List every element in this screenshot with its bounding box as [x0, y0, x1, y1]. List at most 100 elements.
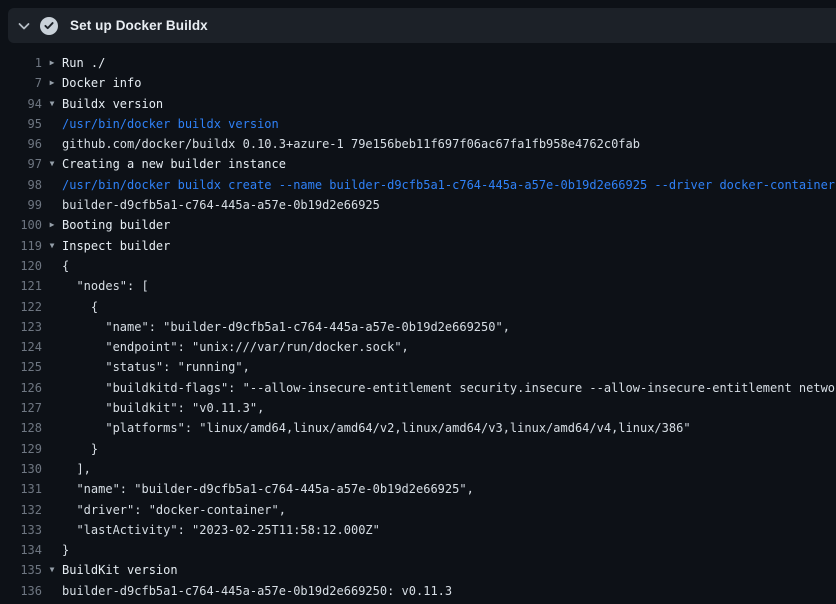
group-toggle-icon — [42, 398, 62, 418]
log-text: "endpoint": "unix:///var/run/docker.sock… — [62, 337, 836, 357]
line-number-link[interactable]: 131 — [0, 479, 42, 499]
line-number-link[interactable]: 134 — [0, 540, 42, 560]
log-text: ], — [62, 459, 836, 479]
group-toggle-icon — [42, 317, 62, 337]
log-line: 98 /usr/bin/docker buildx create --name … — [0, 175, 836, 195]
log-line: 121 "nodes": [ — [0, 276, 836, 296]
log-line: 126 "buildkitd-flags": "--allow-insecure… — [0, 378, 836, 398]
log-line: 131 "name": "builder-d9cfb5a1-c764-445a-… — [0, 479, 836, 499]
line-number-link[interactable]: 128 — [0, 418, 42, 438]
group-toggle-icon[interactable]: ▼ — [42, 560, 62, 580]
line-number-link[interactable]: 126 — [0, 378, 42, 398]
log-line: 136 builder-d9cfb5a1-c764-445a-a57e-0b19… — [0, 581, 836, 601]
group-toggle-icon — [42, 500, 62, 520]
log-line: 122 { — [0, 297, 836, 317]
log-text: "nodes": [ — [62, 276, 836, 296]
line-number-link[interactable]: 96 — [0, 134, 42, 154]
log-line: 96 github.com/docker/buildx 0.10.3+azure… — [0, 134, 836, 154]
log-line[interactable]: 135 ▼ BuildKit version — [0, 560, 836, 580]
log-line[interactable]: 7 ▶ Docker info — [0, 73, 836, 93]
line-number-link[interactable]: 127 — [0, 398, 42, 418]
log-line: 123 "name": "builder-d9cfb5a1-c764-445a-… — [0, 317, 836, 337]
log-line: 95 /usr/bin/docker buildx version — [0, 114, 836, 134]
log-line[interactable]: 119 ▼ Inspect builder — [0, 236, 836, 256]
log-line: 133 "lastActivity": "2023-02-25T11:58:12… — [0, 520, 836, 540]
log-line: 124 "endpoint": "unix:///var/run/docker.… — [0, 337, 836, 357]
log-line: 130 ], — [0, 459, 836, 479]
group-toggle-icon[interactable]: ▼ — [42, 94, 62, 114]
line-number-link[interactable]: 124 — [0, 337, 42, 357]
line-number-link[interactable]: 100 — [0, 215, 42, 235]
line-number-link[interactable]: 98 — [0, 175, 42, 195]
log-text: BuildKit version — [62, 560, 836, 580]
line-number-link[interactable]: 136 — [0, 581, 42, 601]
group-toggle-icon — [42, 175, 62, 195]
group-toggle-icon — [42, 134, 62, 154]
log-text: "lastActivity": "2023-02-25T11:58:12.000… — [62, 520, 836, 540]
line-number-link[interactable]: 1 — [0, 53, 42, 73]
log-text: /usr/bin/docker buildx version — [62, 114, 836, 134]
line-number-link[interactable]: 125 — [0, 357, 42, 377]
log-line: 127 "buildkit": "v0.11.3", — [0, 398, 836, 418]
log-text: Booting builder — [62, 215, 836, 235]
group-toggle-icon — [42, 337, 62, 357]
group-toggle-icon[interactable]: ▶ — [42, 215, 62, 235]
log-text: { — [62, 256, 836, 276]
group-toggle-icon[interactable]: ▼ — [42, 236, 62, 256]
line-number-link[interactable]: 133 — [0, 520, 42, 540]
group-toggle-icon[interactable]: ▶ — [42, 73, 62, 93]
group-toggle-icon[interactable]: ▶ — [42, 53, 62, 73]
log-text: "driver": "docker-container", — [62, 500, 836, 520]
group-toggle-icon — [42, 256, 62, 276]
line-number-link[interactable]: 119 — [0, 236, 42, 256]
log-view: 1 ▶ Run ./ 7 ▶ Docker info 94 ▼ Buildx v… — [0, 43, 836, 604]
log-text: Run ./ — [62, 53, 836, 73]
line-number-link[interactable]: 123 — [0, 317, 42, 337]
line-number-link[interactable]: 97 — [0, 154, 42, 174]
log-text: Docker info — [62, 73, 836, 93]
group-toggle-icon — [42, 540, 62, 560]
log-text: /usr/bin/docker buildx create --name bui… — [62, 175, 836, 195]
log-line[interactable]: 97 ▼ Creating a new builder instance — [0, 154, 836, 174]
log-text: "name": "builder-d9cfb5a1-c764-445a-a57e… — [62, 479, 836, 499]
log-text: "status": "running", — [62, 357, 836, 377]
log-line: 129 } — [0, 439, 836, 459]
log-line: 132 "driver": "docker-container", — [0, 500, 836, 520]
log-line: 125 "status": "running", — [0, 357, 836, 377]
group-toggle-icon — [42, 479, 62, 499]
group-toggle-icon[interactable]: ▼ — [42, 154, 62, 174]
log-text: Buildx version — [62, 94, 836, 114]
log-text: github.com/docker/buildx 0.10.3+azure-1 … — [62, 134, 836, 154]
step-title: Set up Docker Buildx — [70, 18, 208, 33]
group-toggle-icon — [42, 357, 62, 377]
line-number-link[interactable]: 94 — [0, 94, 42, 114]
log-line: 99 builder-d9cfb5a1-c764-445a-a57e-0b19d… — [0, 195, 836, 215]
log-text: "buildkitd-flags": "--allow-insecure-ent… — [62, 378, 836, 398]
line-number-link[interactable]: 7 — [0, 73, 42, 93]
line-number-link[interactable]: 130 — [0, 459, 42, 479]
log-line: 134 } — [0, 540, 836, 560]
line-number-link[interactable]: 135 — [0, 560, 42, 580]
line-number-link[interactable]: 129 — [0, 439, 42, 459]
step-header[interactable]: Set up Docker Buildx — [8, 8, 836, 43]
chevron-down-icon[interactable] — [16, 18, 32, 34]
log-line: 120 { — [0, 256, 836, 276]
log-text: "platforms": "linux/amd64,linux/amd64/v2… — [62, 418, 836, 438]
check-circle-icon — [40, 17, 58, 35]
log-line[interactable]: 1 ▶ Run ./ — [0, 53, 836, 73]
line-number-link[interactable]: 95 — [0, 114, 42, 134]
group-toggle-icon — [42, 297, 62, 317]
group-toggle-icon — [42, 581, 62, 601]
group-toggle-icon — [42, 378, 62, 398]
line-number-link[interactable]: 122 — [0, 297, 42, 317]
line-number-link[interactable]: 121 — [0, 276, 42, 296]
line-number-link[interactable]: 120 — [0, 256, 42, 276]
line-number-link[interactable]: 99 — [0, 195, 42, 215]
group-toggle-icon — [42, 520, 62, 540]
log-text: "buildkit": "v0.11.3", — [62, 398, 836, 418]
log-line[interactable]: 94 ▼ Buildx version — [0, 94, 836, 114]
log-line[interactable]: 100 ▶ Booting builder — [0, 215, 836, 235]
group-toggle-icon — [42, 114, 62, 134]
line-number-link[interactable]: 132 — [0, 500, 42, 520]
log-text: builder-d9cfb5a1-c764-445a-a57e-0b19d2e6… — [62, 581, 836, 601]
